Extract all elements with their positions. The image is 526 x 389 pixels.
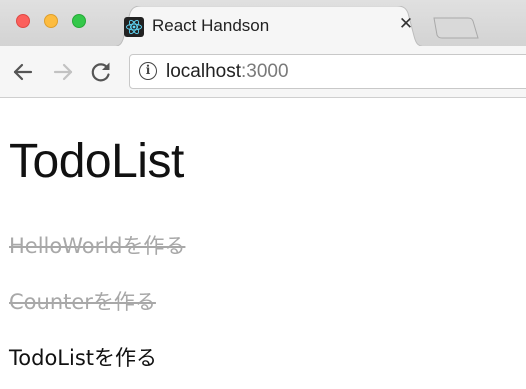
react-icon xyxy=(124,17,144,37)
browser-toolbar: i localhost:3000 xyxy=(0,46,526,98)
url-host: localhost xyxy=(166,61,241,82)
new-tab-button[interactable] xyxy=(432,16,480,40)
todo-item[interactable]: HelloWorldを作る xyxy=(9,230,185,260)
url-text[interactable]: localhost:3000 xyxy=(166,61,289,83)
info-icon[interactable]: i xyxy=(139,62,157,80)
window-maximize-button[interactable] xyxy=(72,14,86,28)
todo-item[interactable]: TodoListを作る xyxy=(9,342,157,372)
browser-window: React Handson ✕ i localhost:3000 TodoLis… xyxy=(0,0,526,389)
reload-icon[interactable] xyxy=(88,59,114,85)
address-bar[interactable]: i localhost:3000 xyxy=(129,54,526,89)
tab-close-icon[interactable]: ✕ xyxy=(397,15,415,33)
window-minimize-button[interactable] xyxy=(44,14,58,28)
todo-item[interactable]: Counterを作る xyxy=(9,286,156,316)
page-content: TodoList HelloWorldを作る Counterを作る TodoLi… xyxy=(0,98,526,389)
page-title: TodoList xyxy=(9,135,184,188)
back-arrow-icon[interactable] xyxy=(10,59,36,85)
url-port: :3000 xyxy=(241,61,289,82)
window-close-button[interactable] xyxy=(16,14,30,28)
tab-react-handson[interactable]: React Handson ✕ xyxy=(110,6,428,47)
tab-strip: React Handson ✕ xyxy=(0,0,526,47)
tab-title: React Handson xyxy=(152,16,270,35)
forward-arrow-icon[interactable] xyxy=(50,59,76,85)
